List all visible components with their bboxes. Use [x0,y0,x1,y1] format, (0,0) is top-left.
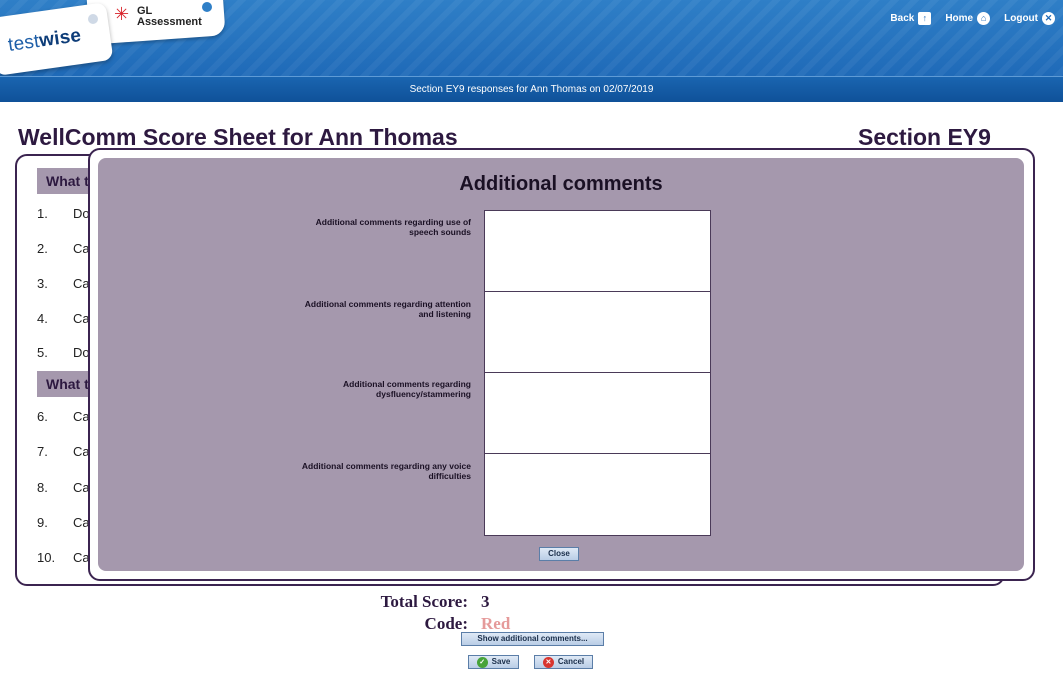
home-link[interactable]: Home ⌂ [945,12,991,25]
testwise-logo-prefix: test [6,30,41,57]
dysfluency-comment-field[interactable] [484,372,711,454]
question-row[interactable]: 6. Ca [37,409,90,425]
attention-listening-label: Additional comments regarding attention … [304,299,471,319]
question-row[interactable]: 7. Ca [37,444,90,460]
check-icon: ✓ [476,656,488,668]
home-icon: ⌂ [977,12,991,25]
question-number: 5. [37,345,48,360]
gl-assessment-logo: GL Assessment [137,6,202,28]
speech-sounds-comment-field[interactable] [484,210,711,292]
question-number: 9. [37,515,48,530]
save-button[interactable]: ✓ Save [468,655,519,669]
question-number: 3. [37,276,48,291]
cancel-label: Cancel [557,657,585,666]
close-icon: ✕ [1042,12,1055,25]
back-label: Back [890,13,915,24]
question-row[interactable]: 3. Ca [37,276,90,292]
question-number: 6. [37,409,48,424]
question-row[interactable]: 9. Ca [37,515,90,531]
app-header: ✳ GL Assessment testwise Back ↑ Home ⌂ L… [0,0,1063,76]
context-bar: Section EY9 responses for Ann Thomas on … [0,76,1063,102]
back-link[interactable]: Back ↑ [890,12,932,25]
close-icon: ✕ [542,656,554,668]
question-number: 10. [37,550,56,565]
gl-star-icon: ✳ [114,4,130,25]
top-nav: Back ↑ Home ⌂ Logout ✕ [890,12,1055,25]
question-row[interactable]: 8. Ca [37,480,90,496]
question-row[interactable]: 4. Ca [37,311,90,327]
total-score-label: Total Score: [380,592,468,611]
voice-difficulties-comment-field[interactable] [484,453,711,536]
total-score-value: 3 [481,592,490,611]
dysfluency-label: Additional comments regarding dysfluency… [343,379,471,399]
code-value: Red [481,614,511,633]
logo-hole-decoration [202,2,212,12]
question-row[interactable]: 1. Do [37,206,90,222]
question-row[interactable]: 5. Do [37,345,90,361]
question-number: 1. [37,206,48,221]
gl-logo-line2: Assessment [137,16,202,28]
page-title: WellComm Score Sheet for Ann Thomas [18,124,458,150]
home-label: Home [945,13,974,24]
logo-hole-decoration [88,14,98,24]
logout-label: Logout [1004,13,1038,24]
dialog-title: Additional comments [459,173,663,195]
cancel-button[interactable]: ✕ Cancel [534,655,593,669]
code-label: Code: [424,614,468,633]
attention-listening-comment-field[interactable] [484,291,711,373]
testwise-logo-suffix: wise [37,24,83,52]
question-number: 2. [37,241,48,256]
section-title: Section EY9 [858,124,991,150]
question-row[interactable]: 2. Ca [37,241,90,257]
logout-link[interactable]: Logout ✕ [1004,12,1055,25]
save-label: Save [491,657,511,666]
question-number: 4. [37,311,48,326]
voice-difficulties-label: Additional comments regarding any voice … [301,461,471,481]
speech-sounds-label: Additional comments regarding use of spe… [315,217,471,237]
up-arrow-icon: ↑ [918,12,932,25]
question-row[interactable]: 10. Ca [37,550,90,566]
question-number: 8. [37,480,48,495]
close-button[interactable]: Close [539,547,579,561]
show-additional-comments-button[interactable]: Show additional comments... [461,632,604,646]
question-number: 7. [37,444,48,459]
